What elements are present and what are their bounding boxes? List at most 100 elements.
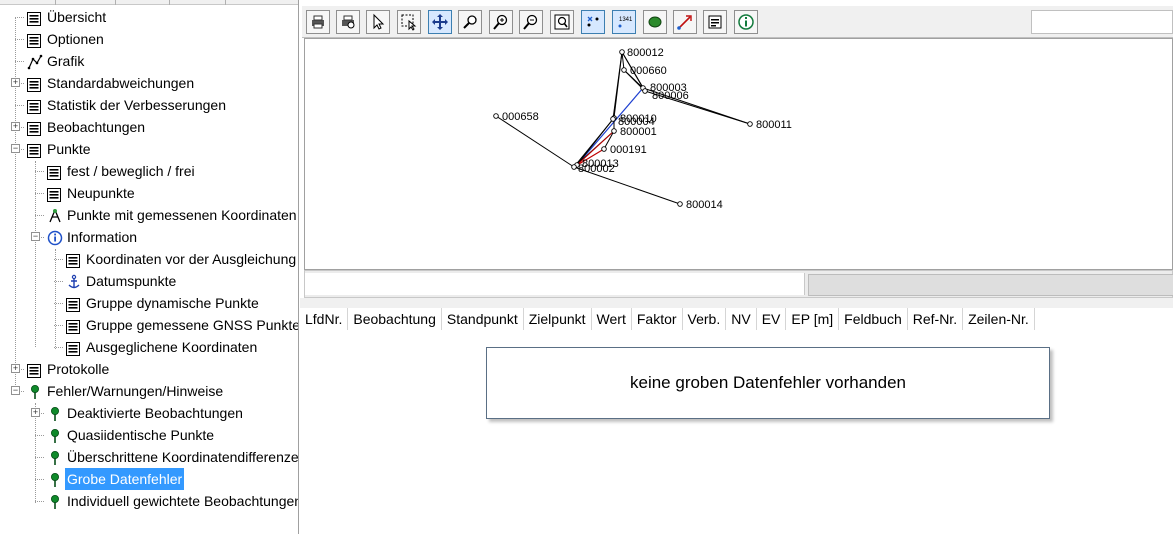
column-header[interactable]: Faktor	[631, 308, 683, 330]
tree-item-label: Statistik der Verbesserungen	[47, 97, 226, 113]
point-marker[interactable]	[619, 49, 625, 55]
horizontal-scrollbar[interactable]	[304, 270, 1173, 298]
collapse-icon[interactable]: −	[11, 144, 20, 153]
list-icon	[47, 164, 61, 180]
toolbar-input[interactable]	[1031, 10, 1173, 34]
observation-line[interactable]	[495, 115, 575, 168]
column-header[interactable]: Beobachtung	[348, 308, 442, 330]
point-marker[interactable]	[601, 146, 607, 152]
collapse-icon[interactable]: −	[31, 232, 40, 241]
tree-item[interactable]: + Beobachtungen	[0, 116, 298, 138]
network-graphic[interactable]: 800012 000660 800003 800006 000658 800010 8000…	[304, 38, 1173, 270]
collapse-icon[interactable]: −	[11, 386, 20, 395]
expand-icon[interactable]: +	[11, 122, 20, 131]
panel-splitter[interactable]	[300, 298, 1173, 308]
select-rect-button[interactable]	[397, 10, 421, 34]
tree-item[interactable]: + Protokolle	[0, 358, 298, 380]
column-header[interactable]: Verb.	[682, 308, 727, 330]
tree-item[interactable]: Gruppe gemessene GNSS Punkte	[0, 314, 299, 336]
point-marker[interactable]	[621, 67, 627, 73]
expand-icon[interactable]: +	[31, 408, 40, 417]
point-marker[interactable]	[493, 113, 499, 119]
point-marker[interactable]	[610, 116, 616, 122]
tree-item[interactable]: Statistik der Verbesserungen	[0, 94, 298, 116]
zoom-realtime-button[interactable]	[458, 10, 482, 34]
print-button[interactable]	[306, 10, 330, 34]
tree-item[interactable]: fest / beweglich / frei	[0, 160, 298, 182]
tree-item[interactable]: Individuell gewichtete Beobachtungen	[0, 490, 298, 512]
column-header[interactable]: NV	[726, 308, 757, 330]
point-marker[interactable]	[642, 88, 648, 94]
tree-item[interactable]: Grobe Datenfehler	[0, 468, 298, 490]
expand-icon[interactable]: +	[11, 364, 20, 373]
tab-3[interactable]	[116, 0, 170, 5]
point-numbers-button[interactable]: 1341	[612, 10, 636, 34]
tree-item[interactable]: + Deaktivierte Beobachtungen	[0, 402, 298, 424]
column-header[interactable]: Feldbuch	[839, 308, 908, 330]
column-header[interactable]: EP [m]	[786, 308, 840, 330]
tree-connector	[54, 259, 63, 260]
tree-connector	[35, 193, 44, 194]
tree-item[interactable]: Ausgeglichene Koordinaten	[0, 336, 298, 358]
point-marker[interactable]	[611, 128, 617, 134]
properties-button[interactable]	[703, 10, 727, 34]
tree-connector	[54, 303, 63, 304]
zoom-in-button[interactable]	[489, 10, 513, 34]
tree-item-label: Fehler/Warnungen/Hinweise	[47, 383, 224, 399]
tree-item[interactable]: Gruppe dynamische Punkte	[0, 292, 298, 314]
gnss-icon	[47, 208, 61, 223]
tree-item-label: Gruppe gemessene GNSS Punkte	[86, 317, 299, 333]
list-icon	[66, 340, 80, 356]
zoom-extent-button[interactable]	[550, 10, 574, 34]
tree-item[interactable]: Koordinaten vor der Ausgleichung	[0, 248, 298, 270]
point-label: 000191	[610, 144, 647, 156]
zoom-out-button[interactable]	[519, 10, 543, 34]
point-marker[interactable]	[677, 201, 683, 207]
tree-item-label: Gruppe dynamische Punkte	[86, 295, 259, 311]
column-header[interactable]: Wert	[591, 308, 632, 330]
tree-item[interactable]: Überschrittene Koordinatendifferenzen	[0, 446, 298, 468]
scrollbar-track[interactable]	[305, 273, 805, 295]
tree-item[interactable]: − Fehler/Warnungen/Hinweise	[0, 380, 298, 402]
error-table: LfdNr. Beobachtung Standpunkt Zielpunkt Wert…	[300, 308, 1173, 534]
tree-item[interactable]: + Standardabweichungen	[0, 72, 298, 94]
print-preview-button[interactable]	[336, 10, 360, 34]
tree-item[interactable]: Neupunkte	[0, 182, 298, 204]
pointer-button[interactable]	[366, 10, 390, 34]
show-points-button[interactable]	[581, 10, 605, 34]
point-marker[interactable]	[571, 164, 577, 170]
tab-2[interactable]	[56, 0, 116, 5]
tree-item[interactable]: − Punkte	[0, 138, 298, 160]
column-header[interactable]: LfdNr.	[300, 308, 349, 330]
tree-item[interactable]: Optionen	[0, 28, 298, 50]
tree-item[interactable]: Grafik	[0, 50, 298, 72]
column-header[interactable]: EV	[756, 308, 787, 330]
tree-item[interactable]: Übersicht	[0, 6, 298, 28]
column-header[interactable]: Standpunkt	[441, 308, 524, 330]
ellipse-button[interactable]	[643, 10, 667, 34]
tree-item[interactable]: Quasiidentische Punkte	[0, 424, 298, 446]
tree-connector	[54, 347, 63, 348]
column-header[interactable]: Ref-Nr.	[907, 308, 964, 330]
expand-icon[interactable]: +	[11, 78, 20, 87]
tab-1[interactable]	[0, 0, 56, 5]
column-header[interactable]: Zielpunkt	[523, 308, 592, 330]
network-plot[interactable]: 800012000660800003800006000658 8000108000…	[305, 39, 1172, 269]
info-button[interactable]	[734, 10, 758, 34]
tab-4[interactable]	[170, 0, 226, 5]
point-marker[interactable]	[747, 121, 753, 127]
pan-button[interactable]	[428, 10, 452, 34]
tree-item[interactable]: Datumspunkte	[0, 270, 298, 292]
list-icon	[66, 252, 80, 268]
scrollbar-thumb[interactable]	[808, 274, 1173, 296]
tree-item-label: Datumspunkte	[86, 273, 177, 289]
tree-item-label: Grafik	[47, 53, 85, 69]
tree-item-label: Information	[67, 229, 138, 245]
column-header[interactable]: Zeilen-Nr.	[963, 308, 1035, 330]
navigation-tree: Übersicht Optionen Grafik + Standardabweichu…	[0, 0, 299, 534]
tree-item[interactable]: − Information	[0, 226, 298, 248]
tree-item[interactable]: Punkte mit gemessenen Koordinaten	[0, 204, 298, 226]
tree-item-label: Übersicht	[47, 9, 107, 25]
observation-line[interactable]	[612, 51, 623, 120]
vector-button[interactable]	[673, 10, 697, 34]
